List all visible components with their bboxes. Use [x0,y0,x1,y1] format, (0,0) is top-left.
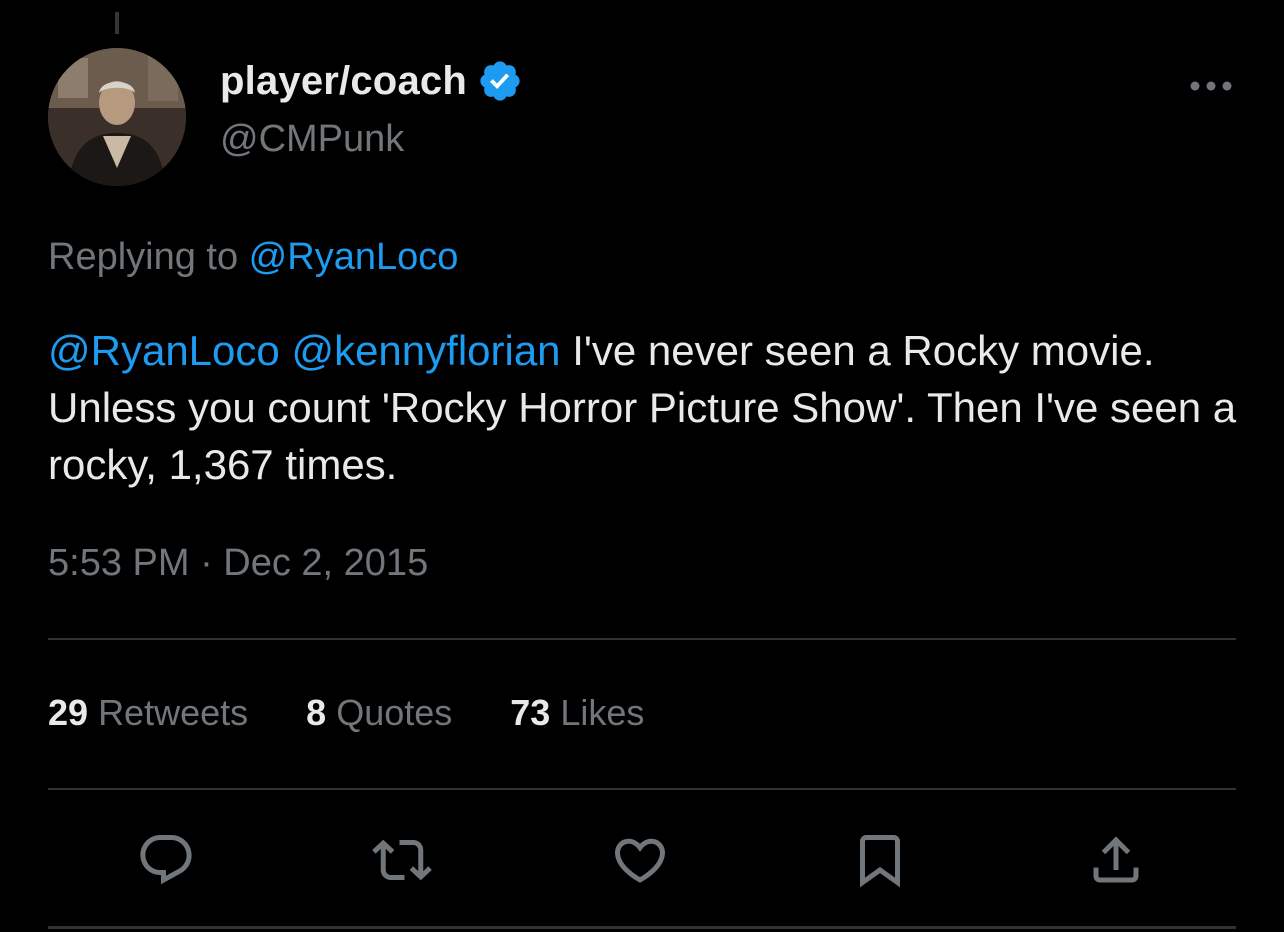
likes-stat[interactable]: 73 Likes [510,692,644,734]
retweet-icon [372,839,432,881]
author-display-name[interactable]: player/coach [220,59,467,104]
tweet-text: @RyanLoco @kennyflorian I've never seen … [48,322,1248,493]
quotes-label: Quotes [336,692,453,733]
bookmark-button[interactable] [848,828,912,892]
like-button[interactable] [608,828,672,892]
quotes-stat[interactable]: 8 Quotes [306,692,452,734]
avatar-photo-icon [48,48,186,186]
retweets-count: 29 [48,692,89,733]
mention-link[interactable]: @RyanLoco [48,327,280,374]
like-icon [614,838,666,883]
retweets-stat[interactable]: 29 Retweets [48,692,248,734]
likes-label: Likes [560,692,645,733]
divider [48,926,1236,929]
engagement-stats: 29 Retweets 8 Quotes 73 Likes [48,692,644,734]
author-handle[interactable]: @CMPunk [220,118,404,161]
share-icon [1093,836,1139,883]
tweet-timestamp[interactable]: 5:53 PM · Dec 2, 2015 [48,542,428,585]
more-options-icon[interactable] [1188,72,1234,100]
verified-badge-icon[interactable] [477,58,523,104]
tweet-detail: player/coach @CMPunk Replying to @RyanLo… [0,0,1284,932]
divider [48,638,1236,640]
replying-to-link[interactable]: @RyanLoco [249,236,459,278]
retweets-label: Retweets [98,692,249,733]
mention-link[interactable]: @kennyflorian [291,327,560,374]
retweet-button[interactable] [370,828,434,892]
reply-icon [140,835,192,885]
action-bar [0,828,1284,892]
avatar[interactable] [48,48,186,186]
likes-count: 73 [510,692,551,733]
replying-to-line: Replying to @RyanLoco [48,236,458,279]
divider [48,788,1236,790]
thread-connector-line [115,12,119,34]
bookmark-icon [860,835,900,888]
quotes-count: 8 [306,692,327,733]
replying-to-prefix: Replying to [48,236,249,278]
share-button[interactable] [1084,828,1148,892]
author-name-row: player/coach [220,58,523,104]
reply-button[interactable] [134,828,198,892]
